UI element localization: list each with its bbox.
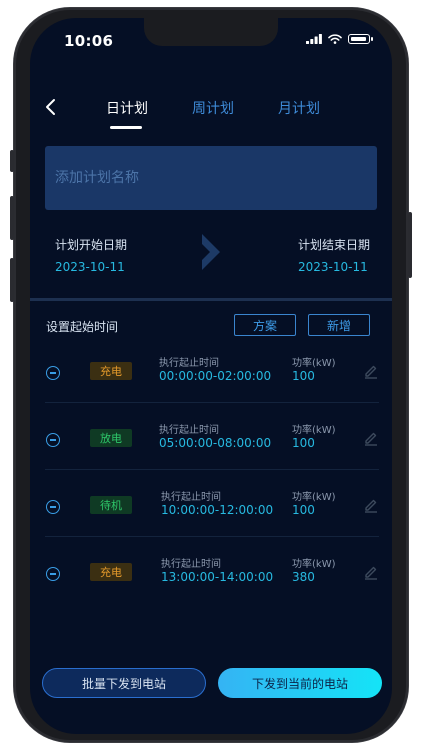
- power-button: [408, 212, 412, 278]
- volume-up-button: [10, 196, 14, 240]
- scheme-button[interactable]: 方案: [234, 314, 296, 336]
- power-label: 功率(kW): [292, 425, 336, 436]
- tab-day-plan[interactable]: 日计划: [106, 98, 148, 118]
- nav-bar: 日计划 周计划 月计划: [30, 88, 392, 129]
- exec-time-label: 执行起止时间: [161, 492, 221, 503]
- row-divider: [45, 536, 379, 537]
- row-divider: [45, 469, 379, 470]
- schedule-row: 充电 执行起止时间 13:00:00-14:00:00 功率(kW) 380: [30, 552, 392, 618]
- chevron-right-icon: [202, 234, 220, 270]
- pencil-icon[interactable]: [363, 363, 379, 379]
- start-date-value[interactable]: 2023-10-11: [55, 260, 125, 274]
- battery-icon: [348, 34, 373, 44]
- status-icons: [306, 34, 373, 44]
- active-tab-indicator: [110, 126, 142, 129]
- exec-time-value: 00:00:00-02:00:00: [159, 369, 272, 383]
- mute-switch: [10, 150, 14, 172]
- end-date-label: 计划结束日期: [298, 238, 371, 252]
- mode-badge-charge: 充电: [90, 362, 132, 380]
- exec-time-value: 05:00:00-08:00:00: [159, 436, 272, 450]
- schedule-row: 待机 执行起止时间 10:00:00-12:00:00 功率(kW) 100: [30, 485, 392, 551]
- send-current-button[interactable]: 下发到当前的电站: [218, 668, 382, 698]
- minus-circle-icon[interactable]: [46, 567, 60, 581]
- schedule-row: 放电 执行起止时间 05:00:00-08:00:00 功率(kW) 100: [30, 418, 392, 484]
- start-date-label: 计划开始日期: [55, 238, 128, 252]
- schedule-section-title: 设置起始时间: [46, 320, 119, 334]
- end-date-value[interactable]: 2023-10-11: [298, 260, 368, 274]
- batch-send-button[interactable]: 批量下发到电站: [42, 668, 206, 698]
- power-value: 100: [292, 436, 315, 450]
- row-divider: [45, 402, 379, 403]
- status-time: 10:06: [64, 32, 114, 50]
- tab-month-plan[interactable]: 月计划: [278, 98, 320, 118]
- minus-circle-icon[interactable]: [46, 433, 60, 447]
- mode-badge-charge: 充电: [90, 563, 132, 581]
- power-value: 380: [292, 570, 315, 584]
- chevron-left-icon[interactable]: [42, 98, 60, 116]
- mode-badge-standby: 待机: [90, 496, 132, 514]
- app-screen: 10:06 日计划 周计划 月计划 计划开始日期 2023-10-11: [30, 18, 392, 734]
- pencil-icon[interactable]: [363, 430, 379, 446]
- minus-circle-icon[interactable]: [46, 500, 60, 514]
- plan-name-input[interactable]: [45, 146, 377, 210]
- signal-icon: [306, 34, 322, 44]
- power-label: 功率(kW): [292, 492, 336, 503]
- pencil-icon[interactable]: [363, 497, 379, 513]
- section-divider: [30, 298, 392, 301]
- power-label: 功率(kW): [292, 358, 336, 369]
- notch: [144, 18, 278, 46]
- exec-time-label: 执行起止时间: [159, 425, 219, 436]
- exec-time-value: 10:00:00-12:00:00: [161, 503, 274, 517]
- exec-time-label: 执行起止时间: [161, 559, 221, 570]
- power-value: 100: [292, 503, 315, 517]
- schedule-row: 充电 执行起止时间 00:00:00-02:00:00 功率(kW) 100: [30, 351, 392, 417]
- volume-down-button: [10, 258, 14, 302]
- tab-week-plan[interactable]: 周计划: [192, 98, 234, 118]
- mode-badge-discharge: 放电: [90, 429, 132, 447]
- power-label: 功率(kW): [292, 559, 336, 570]
- minus-circle-icon[interactable]: [46, 366, 60, 380]
- power-value: 100: [292, 369, 315, 383]
- pencil-icon[interactable]: [363, 564, 379, 580]
- exec-time-value: 13:00:00-14:00:00: [161, 570, 274, 584]
- exec-time-label: 执行起止时间: [159, 358, 219, 369]
- wifi-icon: [328, 34, 342, 44]
- add-button[interactable]: 新增: [308, 314, 370, 336]
